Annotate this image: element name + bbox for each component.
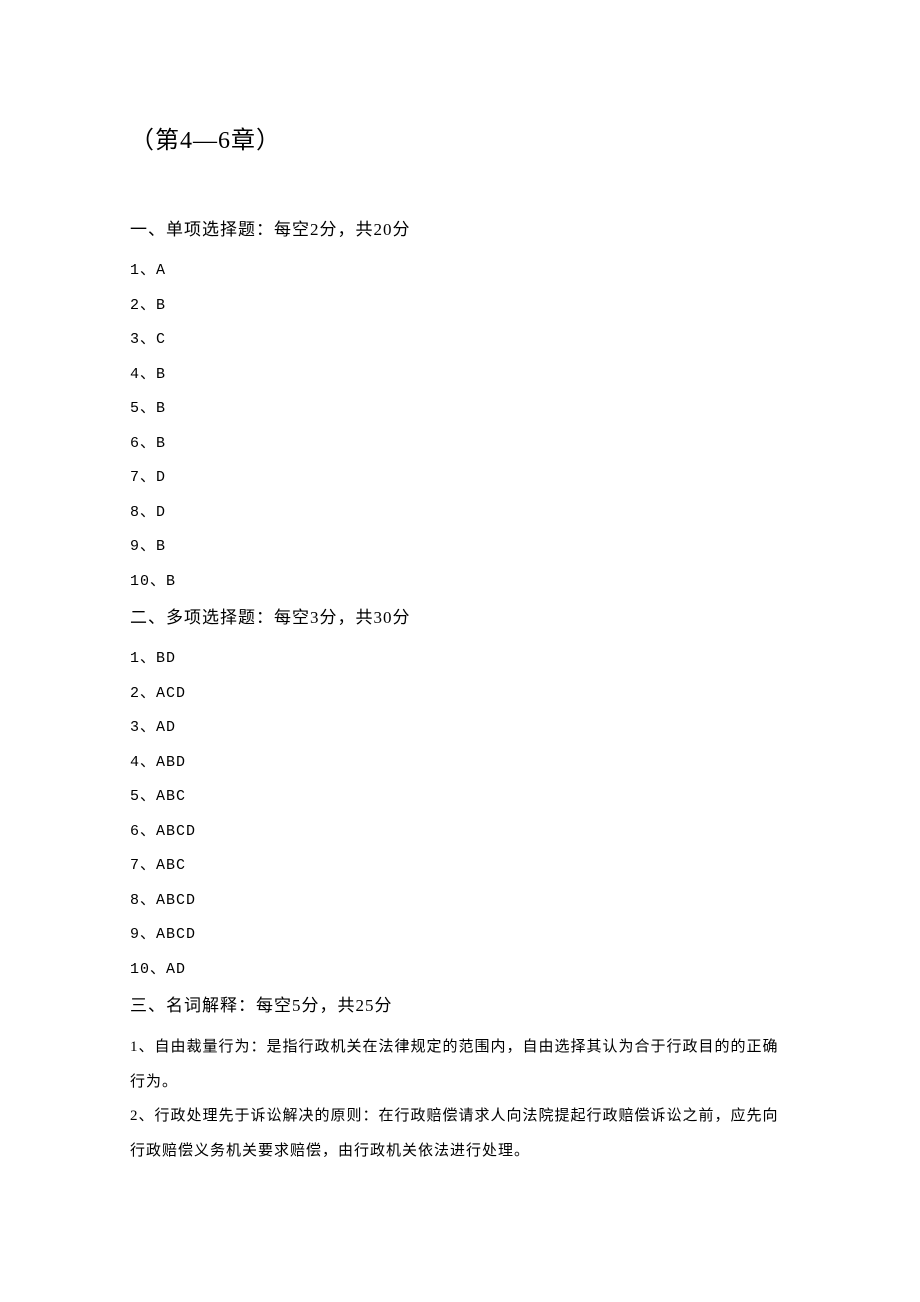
answer-item: 7、D — [130, 461, 790, 496]
term-item: 1、自由裁量行为：是指行政机关在法律规定的范围内，自由选择其认为合于行政目的的正… — [130, 1030, 790, 1099]
term-item: 2、行政处理先于诉讼解决的原则：在行政赔偿请求人向法院提起行政赔偿诉讼之前，应先… — [130, 1099, 790, 1168]
answer-item: 9、B — [130, 530, 790, 565]
answer-item: 6、ABCD — [130, 815, 790, 850]
answer-item: 3、AD — [130, 711, 790, 746]
answer-item: 1、BD — [130, 642, 790, 677]
section-3-terms: 1、自由裁量行为：是指行政机关在法律规定的范围内，自由选择其认为合于行政目的的正… — [130, 1030, 790, 1168]
answer-item: 5、ABC — [130, 780, 790, 815]
section-heading-1: 一、单项选择题：每空2分，共20分 — [130, 215, 790, 240]
answer-item: 10、B — [130, 565, 790, 600]
section-2-answers: 1、BD 2、ACD 3、AD 4、ABD 5、ABC 6、ABCD 7、ABC… — [130, 642, 790, 987]
answer-item: 4、ABD — [130, 746, 790, 781]
answer-item: 8、ABCD — [130, 884, 790, 919]
page-title: （第4—6章） — [130, 120, 790, 155]
section-1-answers: 1、A 2、B 3、C 4、B 5、B 6、B 7、D 8、D 9、B 10、B — [130, 254, 790, 599]
answer-item: 6、B — [130, 427, 790, 462]
answer-item: 8、D — [130, 496, 790, 531]
answer-item: 7、ABC — [130, 849, 790, 884]
answer-item: 10、AD — [130, 953, 790, 988]
answer-item: 2、B — [130, 289, 790, 324]
answer-item: 5、B — [130, 392, 790, 427]
answer-item: 2、ACD — [130, 677, 790, 712]
section-heading-2: 二、多项选择题：每空3分，共30分 — [130, 603, 790, 628]
section-heading-3: 三、名词解释：每空5分，共25分 — [130, 991, 790, 1016]
answer-item: 1、A — [130, 254, 790, 289]
answer-item: 3、C — [130, 323, 790, 358]
answer-item: 9、ABCD — [130, 918, 790, 953]
answer-item: 4、B — [130, 358, 790, 393]
